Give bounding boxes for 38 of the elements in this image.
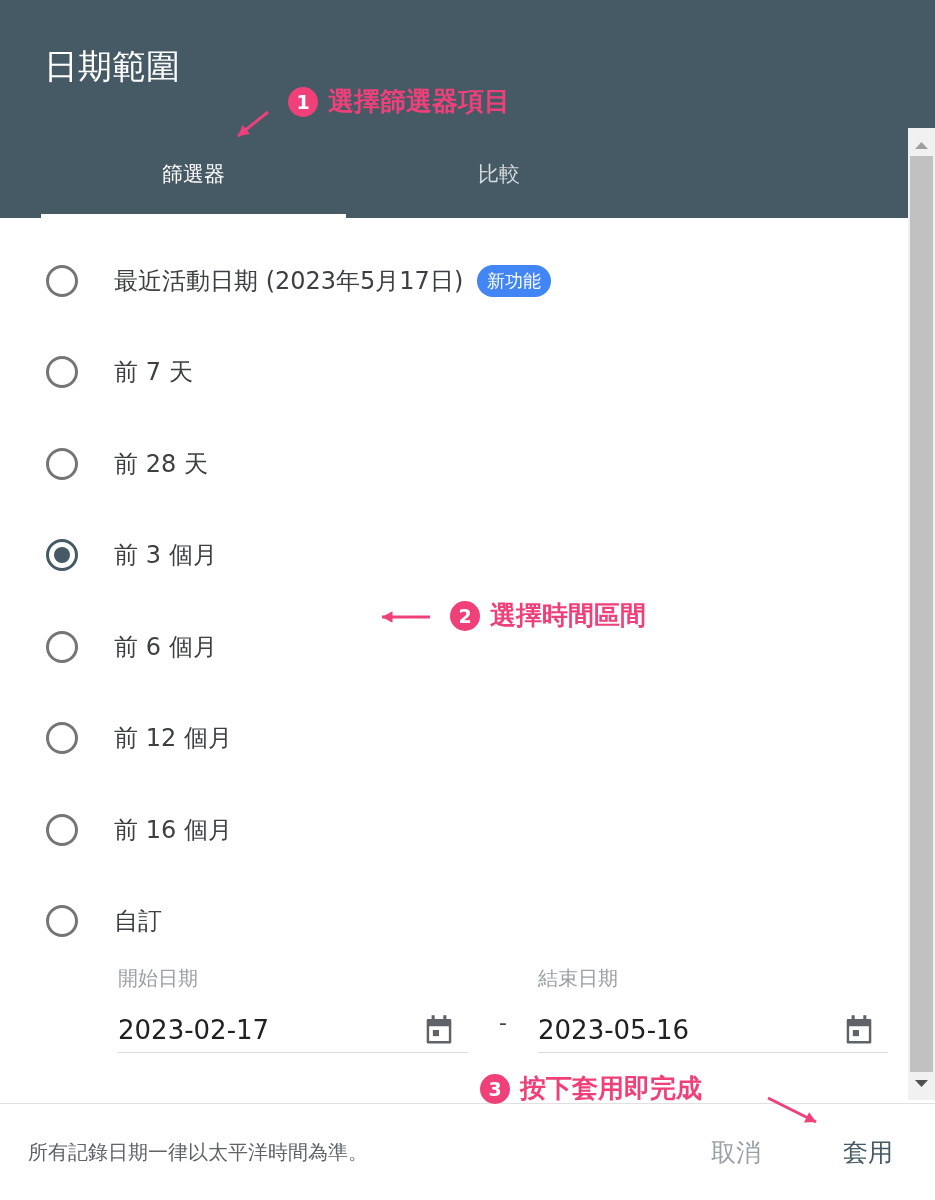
radio-button[interactable]: [46, 539, 78, 572]
annotation-text: 選擇時間區間: [490, 599, 646, 632]
option-label: 最近活動日期 (2023年5月17日): [114, 265, 464, 297]
timezone-note: 所有記錄日期一律以太平洋時間為準。: [28, 1138, 369, 1166]
option-label: 前 7 天: [114, 357, 193, 389]
calendar-icon[interactable]: [844, 1014, 874, 1046]
radio-button[interactable]: [46, 356, 78, 389]
range-separator: -: [498, 1010, 508, 1037]
radio-button[interactable]: [46, 722, 78, 755]
tab[interactable]: 篩選器: [41, 144, 346, 218]
date-field[interactable]: 2023-05-16: [538, 1008, 888, 1053]
option-label: 前 3 個月: [114, 540, 217, 572]
option-label: 前 16 個月: [114, 814, 232, 846]
radio-button[interactable]: [46, 447, 78, 480]
calendar-icon[interactable]: [424, 1014, 454, 1046]
step-number: 2: [450, 600, 480, 631]
annotation-text: 選擇篩選器項目: [328, 85, 510, 118]
option-label: 前 12 個月: [114, 723, 232, 755]
new-badge: 新功能: [477, 264, 552, 297]
annotation-arrow: [237, 110, 269, 138]
step-number: 3: [480, 1073, 510, 1104]
radio-button[interactable]: [46, 264, 78, 297]
option-label: 自訂: [114, 906, 162, 938]
radio-button[interactable]: [46, 813, 78, 846]
apply-button[interactable]: 套用: [843, 1129, 893, 1175]
annotation-arrow: [767, 1096, 817, 1124]
date-label: 結束日期: [538, 965, 619, 992]
date-field[interactable]: 2023-02-17: [118, 1008, 468, 1053]
option-label: 前 28 天: [114, 448, 208, 480]
option-label: 前 6 個月: [114, 631, 217, 663]
radio-button[interactable]: [46, 630, 78, 663]
tab[interactable]: 比較: [346, 144, 651, 218]
annotation-text: 按下套用即完成: [520, 1072, 702, 1105]
dialog-title: 日期範圍: [44, 45, 181, 88]
annotation-arrow: [382, 611, 430, 623]
scrollbar[interactable]: [908, 128, 935, 1100]
date-label: 開始日期: [118, 965, 199, 992]
radio-button[interactable]: [46, 905, 78, 938]
